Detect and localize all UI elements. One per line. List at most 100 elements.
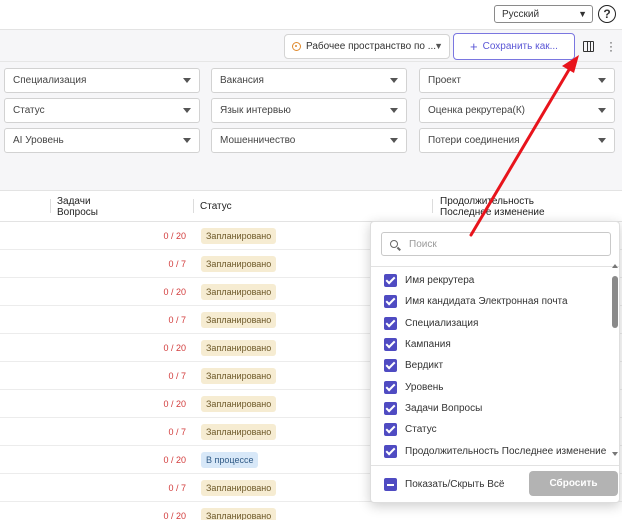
status-badge: Запланировано (201, 256, 277, 272)
table-row[interactable]: 0 / 20 Запланировано (0, 502, 622, 520)
column-divider (50, 199, 51, 213)
plus-icon: + (470, 39, 478, 54)
workspace-select[interactable]: Рабочее пространство по ... ▼ (284, 34, 450, 59)
help-icon[interactable]: ? (598, 5, 616, 23)
column-divider (193, 199, 194, 213)
column-header-status[interactable]: Статус (200, 201, 232, 212)
filter-connection-loss[interactable]: Потери соединения (419, 128, 615, 153)
checkbox-checked[interactable] (384, 338, 397, 352)
caret-down-icon (598, 78, 606, 83)
caret-down-icon (183, 138, 191, 143)
caret-down-icon (183, 78, 191, 83)
checkbox-checked[interactable] (384, 295, 397, 309)
status-badge: Запланировано (201, 368, 277, 384)
filter-status[interactable]: Статус (4, 98, 200, 123)
language-select-value: Русский (502, 8, 540, 20)
chevron-down-icon: ▼ (578, 9, 587, 19)
tasks-count: 0 / 7 (168, 259, 186, 269)
tasks-count: 0 / 7 (168, 483, 186, 493)
toggle-all-label[interactable]: Показать/Скрыть Всё (405, 479, 504, 490)
more-options-icon[interactable]: · · · (609, 36, 613, 56)
checkbox-checked[interactable] (384, 401, 397, 415)
caret-down-icon (183, 108, 191, 113)
filter-label: Проект (428, 75, 461, 86)
top-bar: Русский ▼ ? (0, 0, 622, 30)
filter-fraud[interactable]: Мошенничество (211, 128, 407, 153)
column-search[interactable] (381, 232, 611, 256)
workspace-icon (292, 42, 301, 51)
filter-interview-language[interactable]: Язык интервью (211, 98, 407, 123)
scroll-up-icon[interactable] (612, 264, 618, 268)
column-list: Имя рекрутера Имя кандидата Электронная … (371, 270, 611, 462)
column-option[interactable]: Статус (371, 419, 611, 440)
column-option[interactable]: Специализация (371, 313, 611, 334)
tasks-count: 0 / 20 (163, 231, 186, 241)
status-badge: Запланировано (201, 340, 277, 356)
filter-label: AI Уровень (13, 135, 64, 146)
column-header-duration[interactable]: Продолжительность Последнее изменение (440, 196, 545, 218)
scrollbar-thumb[interactable] (612, 276, 618, 328)
toggle-all-checkbox[interactable] (384, 478, 397, 491)
column-option-label: Кампания (405, 339, 451, 351)
column-option[interactable]: Кампания (371, 334, 611, 355)
caret-down-icon (390, 138, 398, 143)
column-option[interactable]: Задачи Вопросы (371, 398, 611, 419)
column-option-label: Продолжительность Последнее изменение (405, 445, 607, 457)
checkbox-checked[interactable] (384, 444, 397, 458)
column-option[interactable]: Имя рекрутера (371, 270, 611, 291)
column-picker-footer: Показать/Скрыть Всё Сбросить (371, 468, 621, 502)
divider (371, 465, 619, 466)
checkbox-checked[interactable] (384, 274, 397, 288)
columns-icon[interactable] (583, 41, 594, 52)
column-search-input[interactable] (409, 238, 589, 250)
status-badge: Запланировано (201, 480, 277, 496)
checkbox-checked[interactable] (384, 423, 397, 437)
column-header-tasks-line1: Задачи (57, 196, 91, 207)
search-icon (390, 240, 398, 248)
scroll-down-icon[interactable] (612, 452, 618, 456)
save-view-button[interactable]: + Сохранить как... (453, 33, 575, 60)
tasks-count: 0 / 20 (163, 343, 186, 353)
caret-down-icon (390, 78, 398, 83)
filter-label: Потери соединения (428, 135, 520, 146)
column-header-tasks-line2: Вопросы (57, 207, 98, 218)
column-option-label: Статус (405, 424, 437, 436)
column-option[interactable]: Уровень (371, 376, 611, 397)
filters-panel: Специализация Вакансия Проект Статус Язы… (0, 62, 622, 190)
column-option-label: Имя рекрутера (405, 275, 475, 287)
checkbox-checked[interactable] (384, 359, 397, 373)
chevron-down-icon: ▼ (434, 41, 443, 51)
tasks-count: 0 / 20 (163, 287, 186, 297)
filter-label: Вакансия (220, 75, 264, 86)
column-header-tasks[interactable]: Задачи Вопросы (57, 196, 98, 218)
column-option[interactable]: Вердикт (371, 355, 611, 376)
column-header-duration-line2: Последнее изменение (440, 207, 545, 218)
filter-label: Мошенничество (220, 135, 296, 146)
checkbox-checked[interactable] (384, 316, 397, 330)
status-badge: Запланировано (201, 396, 277, 412)
column-option-label: Имя кандидата Электронная почта (405, 296, 568, 308)
column-option-label: Вердикт (405, 360, 444, 372)
reset-button[interactable]: Сбросить (529, 471, 618, 496)
checkbox-checked[interactable] (384, 380, 397, 394)
caret-down-icon (598, 108, 606, 113)
filter-vacancy[interactable]: Вакансия (211, 68, 407, 93)
column-option[interactable]: Имя кандидата Электронная почта (371, 291, 611, 312)
tasks-count: 0 / 7 (168, 315, 186, 325)
filter-label: Статус (13, 105, 45, 116)
filter-project[interactable]: Проект (419, 68, 615, 93)
filter-specialization[interactable]: Специализация (4, 68, 200, 93)
column-option[interactable]: Продолжительность Последнее изменение (371, 440, 611, 461)
toolbar: Рабочее пространство по ... ▼ + Сохранит… (0, 30, 622, 62)
workspace-select-value: Рабочее пространство по ... (306, 41, 437, 52)
status-badge: Запланировано (201, 424, 277, 440)
language-select[interactable]: Русский ▼ (494, 5, 593, 23)
save-view-label: Сохранить как... (482, 41, 558, 52)
status-badge: Запланировано (201, 508, 277, 520)
caret-down-icon (598, 138, 606, 143)
filter-recruiter-rating[interactable]: Оценка рекрутера(К) (419, 98, 615, 123)
tasks-count: 0 / 20 (163, 511, 186, 520)
status-badge: В процессе (201, 452, 259, 468)
column-header-duration-line1: Продолжительность (440, 196, 534, 207)
filter-ai-level[interactable]: AI Уровень (4, 128, 200, 153)
